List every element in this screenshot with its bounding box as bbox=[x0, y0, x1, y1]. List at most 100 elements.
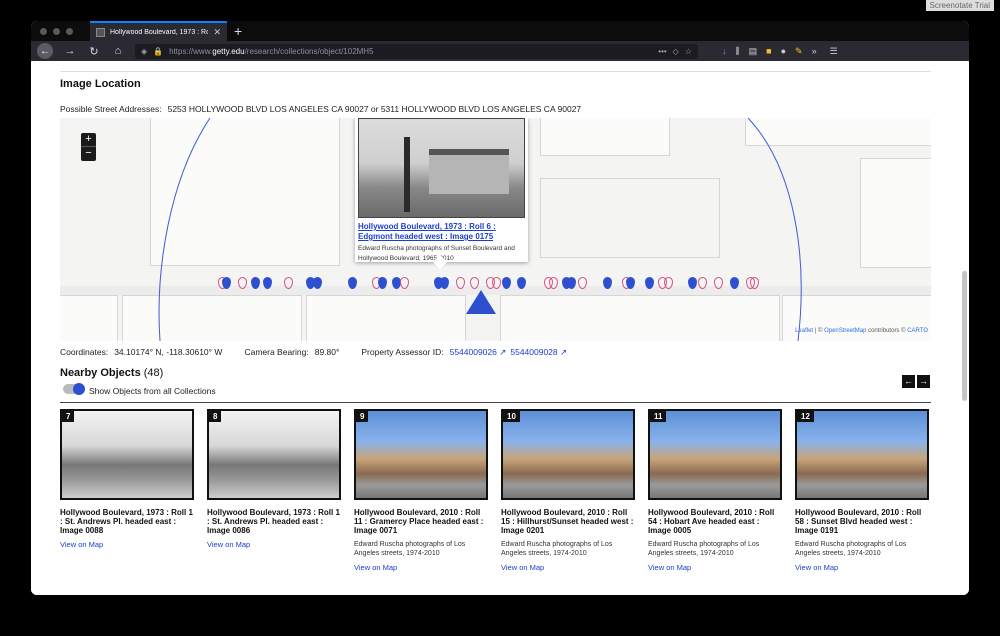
card-subtitle: Edward Ruscha photographs of Los Angeles… bbox=[501, 541, 613, 557]
nearby-card[interactable]: 8 Hollywood Boulevard, 1973 : Roll 1 : S… bbox=[207, 409, 341, 572]
card-title[interactable]: Hollywood Boulevard, 2010 : Roll 15 : Hi… bbox=[501, 508, 635, 535]
home-icon[interactable]: ⌂ bbox=[111, 45, 125, 57]
card-title[interactable]: Hollywood Boulevard, 2010 : Roll 54 : Ho… bbox=[648, 508, 782, 535]
bearing-value: 89.80° bbox=[314, 347, 340, 357]
window-controls[interactable] bbox=[31, 27, 90, 35]
view-on-map-link[interactable]: View on Map bbox=[207, 540, 341, 549]
bearing-label: Camera Bearing: bbox=[244, 347, 309, 357]
lock-icon[interactable]: 🔒 bbox=[153, 47, 163, 56]
card-title[interactable]: Hollywood Boulevard, 2010 : Roll 11 : Gr… bbox=[354, 508, 488, 535]
tab-title: Hollywood Boulevard, 1973 : Ro bbox=[110, 28, 209, 36]
card-title[interactable]: Hollywood Boulevard, 1973 : Roll 1 : St.… bbox=[60, 508, 194, 535]
nearby-card[interactable]: 7 Hollywood Boulevard, 1973 : Roll 1 : S… bbox=[60, 409, 194, 572]
active-tab[interactable]: Hollywood Boulevard, 1973 : Ro ✕ bbox=[90, 21, 227, 41]
map-popup: Hollywood Boulevard, 1973 : Roll 6 : Edg… bbox=[355, 118, 528, 270]
assessor-label: Property Assessor ID: bbox=[361, 347, 444, 357]
nearby-card[interactable]: 9 Hollywood Boulevard, 2010 : Roll 11 : … bbox=[354, 409, 488, 572]
card-title[interactable]: Hollywood Boulevard, 2010 : Roll 58 : Su… bbox=[795, 508, 929, 535]
bookmark-star-icon[interactable]: ☆ bbox=[685, 47, 692, 56]
card-subtitle: Edward Ruscha photographs of Los Angeles… bbox=[648, 541, 760, 557]
card-number: 7 bbox=[62, 411, 75, 422]
card-number: 12 bbox=[797, 411, 814, 422]
new-tab-icon[interactable]: + bbox=[234, 23, 242, 39]
getty-favicon-icon bbox=[96, 27, 105, 37]
carousel-arrows: ← → bbox=[902, 375, 930, 388]
top-divider bbox=[60, 71, 931, 72]
camera-bearing-marker[interactable] bbox=[466, 290, 496, 314]
card-number: 10 bbox=[503, 411, 520, 422]
map-attribution: Leaflet | © OpenStreetMap contributors ©… bbox=[795, 328, 928, 334]
card-thumbnail[interactable]: 7 bbox=[60, 409, 194, 500]
assessor-id-link[interactable]: 5544009026 ↗ bbox=[450, 347, 507, 358]
tab-close-icon[interactable]: ✕ bbox=[213, 27, 221, 38]
browser-window: Hollywood Boulevard, 1973 : Ro ✕ + ← → ↻… bbox=[31, 21, 969, 595]
overflow-icon[interactable]: » bbox=[812, 46, 817, 57]
zoom-in-button[interactable]: + bbox=[81, 133, 96, 147]
tab-bar: Hollywood Boulevard, 1973 : Ro ✕ + bbox=[31, 21, 969, 41]
page-scrollbar[interactable] bbox=[962, 271, 967, 401]
next-arrow-icon[interactable]: → bbox=[917, 375, 930, 388]
card-thumbnail[interactable]: 10 bbox=[501, 409, 635, 500]
image-location-heading: Image Location bbox=[60, 78, 141, 90]
view-on-map-link[interactable]: View on Map bbox=[648, 563, 782, 572]
card-thumbnail[interactable]: 11 bbox=[648, 409, 782, 500]
note-icon[interactable]: ■ bbox=[766, 46, 771, 57]
nearby-divider bbox=[60, 402, 931, 403]
nearby-objects-heading: Nearby Objects (48) bbox=[60, 367, 164, 379]
maximize-window-icon[interactable] bbox=[66, 27, 73, 35]
close-window-icon[interactable] bbox=[40, 27, 47, 35]
toggle-label: Show Objects from all Collections bbox=[89, 386, 216, 396]
view-on-map-link[interactable]: View on Map bbox=[501, 563, 635, 572]
more-icon[interactable]: ••• bbox=[658, 47, 666, 56]
card-number: 9 bbox=[356, 411, 369, 422]
reload-icon[interactable]: ↻ bbox=[87, 45, 101, 58]
card-subtitle: Edward Ruscha photographs of Los Angeles… bbox=[354, 541, 466, 557]
url-bar[interactable]: ◈ 🔒 https://www.getty.edu/research/colle… bbox=[135, 43, 698, 59]
coordinates-label: Coordinates: bbox=[60, 347, 109, 357]
popup-photo[interactable] bbox=[358, 118, 525, 218]
pen-icon[interactable]: ✎ bbox=[795, 46, 803, 57]
nav-bar: ← → ↻ ⌂ ◈ 🔒 https://www.getty.edu/resear… bbox=[31, 41, 969, 61]
zoom-out-button[interactable]: − bbox=[81, 147, 96, 161]
minimize-window-icon[interactable] bbox=[53, 27, 60, 35]
menu-icon[interactable]: ☰ bbox=[830, 46, 838, 57]
nearby-count: (48) bbox=[143, 367, 164, 379]
url-text[interactable]: https://www.getty.edu/research/collectio… bbox=[169, 47, 652, 56]
leaflet-link[interactable]: Leaflet bbox=[795, 328, 813, 334]
osm-link[interactable]: OpenStreetMap bbox=[824, 328, 866, 334]
card-thumbnail[interactable]: 8 bbox=[207, 409, 341, 500]
view-on-map-link[interactable]: View on Map bbox=[60, 540, 194, 549]
forward-arrow-icon[interactable]: → bbox=[63, 45, 77, 57]
assessor-id-link[interactable]: 5544009028 ↗ bbox=[510, 347, 567, 358]
card-thumbnail[interactable]: 12 bbox=[795, 409, 929, 500]
location-map[interactable]: + − Hollywood Boulevard, 1973 : Roll 6 :… bbox=[60, 118, 931, 341]
account-icon[interactable]: ● bbox=[781, 46, 786, 57]
carto-link[interactable]: CARTO bbox=[907, 328, 928, 334]
overlay-label: Screenotate Trial bbox=[925, 0, 994, 11]
back-arrow-icon[interactable]: ← bbox=[37, 43, 53, 59]
nearby-card[interactable]: 12 Hollywood Boulevard, 2010 : Roll 58 :… bbox=[795, 409, 929, 572]
nearby-card[interactable]: 11 Hollywood Boulevard, 2010 : Roll 54 :… bbox=[648, 409, 782, 572]
page-content: Image Location Possible Street Addresses… bbox=[31, 61, 969, 595]
card-subtitle: Edward Ruscha photographs of Los Angeles… bbox=[795, 541, 907, 557]
card-title[interactable]: Hollywood Boulevard, 1973 : Roll 1 : St.… bbox=[207, 508, 341, 535]
nearby-card[interactable]: 10 Hollywood Boulevard, 2010 : Roll 15 :… bbox=[501, 409, 635, 572]
shield-icon[interactable]: ◈ bbox=[141, 47, 147, 56]
toolbar-icons: ↓ ⫼ ▤ ■ ● ✎ » ☰ bbox=[722, 46, 838, 57]
view-on-map-link[interactable]: View on Map bbox=[354, 563, 488, 572]
library-icon[interactable]: ⫼ bbox=[736, 46, 740, 57]
coordinates-row: Coordinates: 34.10174° N, -118.30610° W … bbox=[60, 347, 567, 358]
popup-title-link[interactable]: Hollywood Boulevard, 1973 : Roll 6 : Edg… bbox=[358, 222, 525, 242]
pocket-icon[interactable]: ◇ bbox=[673, 47, 679, 56]
coordinates-value: 34.10174° N, -118.30610° W bbox=[114, 347, 223, 357]
address-label: Possible Street Addresses: bbox=[60, 104, 162, 114]
zoom-control: + − bbox=[81, 133, 96, 161]
download-icon[interactable]: ↓ bbox=[722, 46, 727, 57]
card-thumbnail[interactable]: 9 bbox=[354, 409, 488, 500]
view-on-map-link[interactable]: View on Map bbox=[795, 563, 929, 572]
nearby-cards: 7 Hollywood Boulevard, 1973 : Roll 1 : S… bbox=[60, 409, 929, 572]
prev-arrow-icon[interactable]: ← bbox=[902, 375, 915, 388]
sidebar-icon[interactable]: ▤ bbox=[749, 46, 758, 57]
address-value: 5253 HOLLYWOOD BLVD LOS ANGELES CA 90027… bbox=[167, 104, 582, 114]
collections-toggle[interactable] bbox=[63, 383, 85, 395]
